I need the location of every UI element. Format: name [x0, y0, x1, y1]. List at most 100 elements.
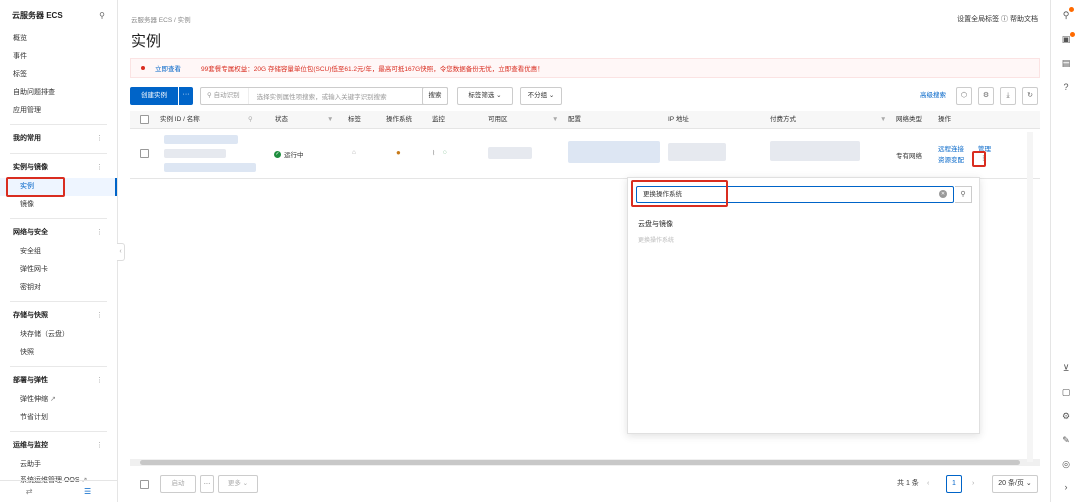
sidebar-item-block-storage[interactable]: 块存储（云盘） [0, 326, 117, 344]
sidebar-item-keypair[interactable]: 密钥对 [0, 279, 117, 297]
gift-icon[interactable]: ▢ [1051, 387, 1080, 398]
gear-icon[interactable]: ⚙ [978, 87, 994, 105]
footer-more-label: 更多 [227, 480, 241, 487]
more-icon[interactable]: ⋮ [96, 436, 103, 456]
menu-icon[interactable]: ☰ [84, 487, 91, 496]
footer-select-checkbox[interactable] [140, 480, 149, 489]
group-select[interactable]: 不分组 ⌄ [520, 87, 562, 105]
sidebar-item-eni[interactable]: 弹性网卡 [0, 261, 117, 279]
sidebar-item-savings-plan[interactable]: 节省计划 [0, 409, 117, 427]
popup-group-title: 云盘与镜像 [638, 221, 673, 228]
advanced-search-link[interactable]: 高级搜索 [920, 87, 946, 105]
search-icon[interactable]: ⚲ [248, 111, 253, 129]
filter-icon[interactable]: ▼ [880, 111, 886, 129]
group-select-label: 不分组 [527, 92, 548, 99]
select-all-checkbox[interactable] [140, 115, 149, 124]
config-redacted [568, 141, 660, 163]
sidebar-group-storage[interactable]: 存储与快照 ⋮ [0, 306, 117, 326]
sidebar-item-events[interactable]: 事件 [0, 48, 117, 66]
sidebar-group-deploy[interactable]: 部署与弹性 ⋮ [0, 371, 117, 391]
sidebar-group-instances[interactable]: 实例与镜像 ⋮ [0, 158, 117, 178]
filter-icon[interactable]: ▼ [327, 111, 333, 129]
prev-page-icon[interactable]: ‹ [927, 475, 929, 493]
cart-icon[interactable]: ⊻ [1051, 363, 1080, 374]
notice-link[interactable]: 立即查看 [155, 63, 181, 73]
search-input[interactable]: ⚲ 自动识别 选择实例属性项搜索，或输入关键字识别搜索 [200, 87, 448, 105]
col-ip: IP 地址 [668, 116, 689, 123]
item-label: 弹性伸缩 [20, 396, 48, 403]
row-checkbox[interactable] [140, 149, 149, 158]
tag-icon[interactable]: ⌂ [352, 149, 356, 156]
horizontal-scrollbar[interactable] [130, 459, 1040, 466]
remote-connect-link[interactable]: 远程连接 [938, 143, 964, 153]
group-label: 实例与镜像 [13, 164, 48, 171]
sidebar-group-network[interactable]: 网络与安全 ⋮ [0, 223, 117, 243]
page-size-select[interactable]: 20 条/页 ⌄ [992, 475, 1038, 493]
instance-name-redacted [164, 149, 226, 158]
sidebar-item-overview[interactable]: 概览 [0, 30, 117, 48]
sidebar-group-favorites[interactable]: 我的常用 ⋮ [0, 129, 117, 149]
right-rail: ⚲ ▣ ▤ ? ⊻ ▢ ⚙ ✎ ◎ › [1050, 0, 1080, 502]
popup-item-change-os[interactable]: 更换操作系统 [638, 235, 674, 244]
current-page[interactable]: 1 [946, 475, 962, 493]
os-icon: ● [396, 148, 401, 157]
search-icon[interactable]: ⚲ [1051, 10, 1080, 21]
sidebar-group-ops[interactable]: 运维与监控 ⋮ [0, 436, 117, 456]
chevron-down-icon: ⌄ [548, 92, 555, 99]
external-link-icon: ↗ [49, 396, 56, 403]
sidebar-item-image[interactable]: 镜像 [0, 196, 117, 214]
status-label: 运行中 [284, 152, 304, 159]
tag-settings-icon[interactable]: ⬡ [956, 87, 972, 105]
sidebar-item-apps[interactable]: 应用管理 [0, 102, 117, 120]
scrollbar-thumb[interactable] [140, 460, 1020, 465]
search-icon[interactable]: ⚲ [955, 186, 972, 203]
filter-icon[interactable]: ▼ [552, 111, 558, 129]
search-button[interactable]: 搜索 [422, 87, 448, 105]
create-instance-button[interactable]: 创建实例 [130, 87, 178, 105]
instance-id-redacted[interactable] [164, 135, 238, 144]
breadcrumb[interactable]: 云服务器 ECS / 实例 [131, 14, 191, 24]
divider [10, 301, 107, 302]
more-icon[interactable]: ⋮ [96, 158, 103, 178]
sidebar-item-tags[interactable]: 标签 [0, 66, 117, 84]
create-more-button[interactable]: ··· [179, 87, 193, 105]
resource-change-link[interactable]: 资源变配 [938, 154, 964, 164]
header-links[interactable]: 设置全局标签 ⓘ 帮助文档 [957, 14, 1038, 24]
promo-notice: 立即查看 99套餐专属权益：20G 存储容量单位包(SCU)低至61.2元/年，… [130, 58, 1040, 78]
refresh-icon[interactable]: ↻ [1022, 87, 1038, 105]
swap-icon[interactable]: ⇄ [26, 487, 33, 496]
clear-icon[interactable]: ✕ [939, 190, 947, 198]
more-icon[interactable]: ⋮ [96, 223, 103, 243]
start-button[interactable]: 启动 [160, 475, 196, 493]
gear-icon[interactable]: ⚙ [1051, 411, 1080, 422]
more-icon[interactable]: ⋮ [96, 371, 103, 391]
chart-icon[interactable]: ⌇ [432, 149, 435, 157]
sidebar-item-cloud-assistant[interactable]: 云助手 [0, 456, 117, 474]
shield-icon[interactable]: ◌ [443, 149, 447, 156]
sidebar-header: 云服务器 ECS ⚲ [0, 0, 117, 30]
sidebar-item-troubleshoot[interactable]: 自助问题排查 [0, 84, 117, 102]
footer-more-dots-button[interactable]: ··· [200, 475, 214, 493]
sidebar-item-snapshot[interactable]: 快照 [0, 344, 117, 362]
headset-icon[interactable]: ◎ [1051, 459, 1080, 470]
network-type: 专有网络 [896, 153, 922, 160]
notice-text[interactable]: 99套餐专属权益：20G 存储容量单位包(SCU)低至61.2元/年，最高可抵1… [201, 63, 544, 73]
chevron-down-icon: ⌄ [242, 480, 249, 487]
download-icon[interactable]: ⤓ [1000, 87, 1016, 105]
notebook-icon[interactable]: ▣ [1051, 34, 1080, 45]
vertical-scrollbar[interactable] [1027, 132, 1033, 462]
search-icon[interactable]: ⚲ [99, 11, 105, 20]
sidebar-item-security-group[interactable]: 安全组 [0, 243, 117, 261]
document-icon[interactable]: ▤ [1051, 58, 1080, 69]
total-count: 共 1 条 [897, 480, 919, 487]
search-prefix[interactable]: ⚲ 自动识别 [201, 88, 249, 104]
chevron-right-icon[interactable]: › [1051, 482, 1080, 492]
tag-filter-button[interactable]: 标签筛选 ⌄ [457, 87, 513, 105]
next-page-icon[interactable]: › [972, 475, 974, 493]
footer-more-button[interactable]: 更多 ⌄ [218, 475, 258, 493]
more-icon[interactable]: ⋮ [96, 306, 103, 326]
sidebar-item-autoscaling[interactable]: 弹性伸缩 ↗ [0, 391, 117, 409]
more-icon[interactable]: ⋮ [96, 129, 103, 149]
edit-icon[interactable]: ✎ [1051, 435, 1080, 446]
help-icon[interactable]: ? [1051, 82, 1080, 92]
